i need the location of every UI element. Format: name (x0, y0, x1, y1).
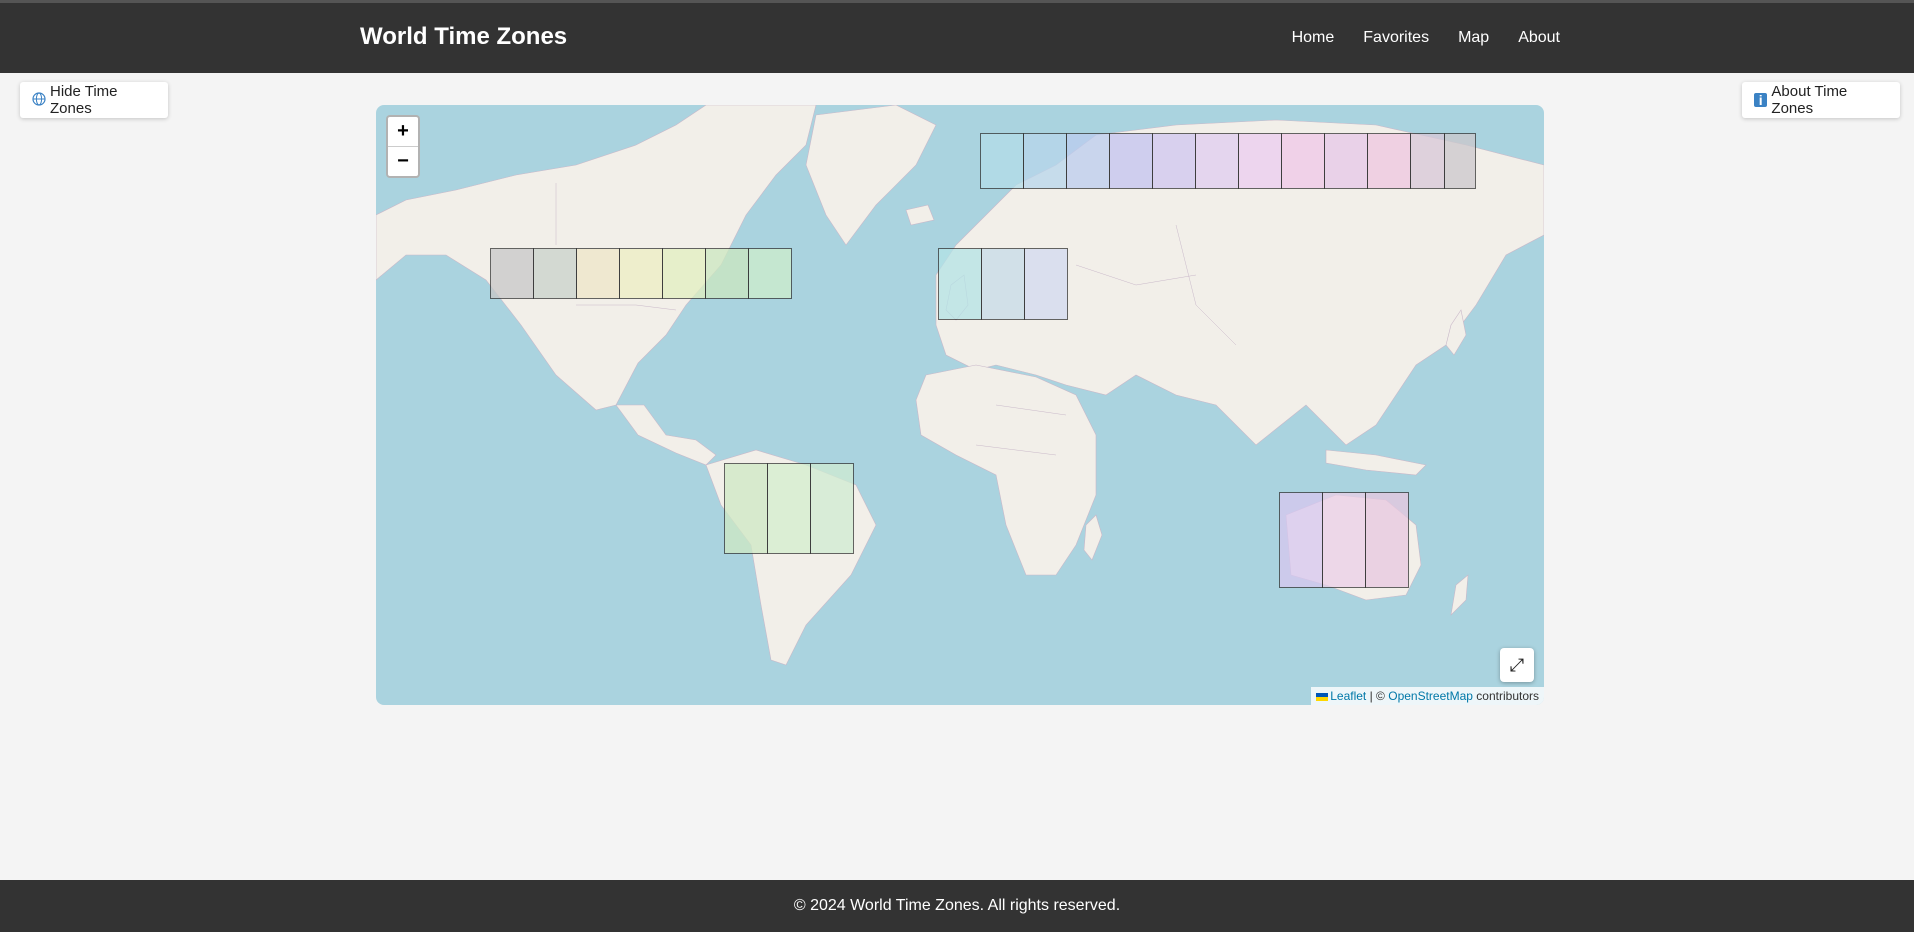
nav-home-link[interactable]: Home (1292, 29, 1335, 47)
time-zone-south-america[interactable] (810, 463, 854, 554)
time-zone-australia[interactable] (1279, 492, 1323, 588)
time-zone-north-america[interactable] (576, 248, 620, 299)
time-zone-asia[interactable] (1410, 133, 1445, 189)
attribution-suffix: contributors (1476, 689, 1539, 703)
fullscreen-button[interactable]: ⤢ (1500, 648, 1534, 682)
time-zone-asia[interactable] (1152, 133, 1196, 189)
nav-about-link[interactable]: About (1518, 29, 1560, 47)
nav-favorites-link[interactable]: Favorites (1363, 29, 1429, 47)
time-zone-asia[interactable] (1023, 133, 1067, 189)
time-zone-south-america[interactable] (724, 463, 768, 554)
time-zone-north-america[interactable] (490, 248, 534, 299)
globe-icon (32, 91, 46, 109)
footer-copyright: © 2024 World Time Zones. All rights rese… (793, 897, 1121, 914)
zoom-in-button[interactable]: + (388, 117, 418, 147)
zoom-control: + − (386, 115, 420, 178)
time-zone-europe[interactable] (1024, 248, 1068, 320)
time-zone-asia[interactable] (1324, 133, 1368, 189)
time-zone-asia[interactable] (1195, 133, 1239, 189)
leaflet-link[interactable]: Leaflet (1330, 689, 1366, 703)
ukraine-flag-icon (1316, 692, 1329, 701)
time-zone-asia[interactable] (1281, 133, 1325, 189)
time-zone-south-america[interactable] (767, 463, 811, 554)
expand-icon: ⤢ (1509, 655, 1525, 675)
site-title[interactable]: World Time Zones (360, 23, 567, 51)
time-zone-asia[interactable] (1367, 133, 1411, 189)
world-map[interactable]: + − ⤢ Leaflet | © OpenStreetMap contribu… (376, 105, 1544, 705)
site-footer: © 2024 World Time Zones. All rights rese… (0, 880, 1914, 932)
time-zone-europe[interactable] (981, 248, 1025, 320)
time-zone-australia[interactable] (1365, 492, 1409, 588)
map-tiles (376, 105, 1544, 666)
time-zone-north-america[interactable] (662, 248, 706, 299)
time-zone-asia[interactable] (1444, 133, 1476, 189)
time-zone-asia[interactable] (980, 133, 1024, 189)
hide-time-zones-label: Hide Time Zones (50, 83, 118, 117)
main-nav: Home Favorites Map About (1292, 29, 1560, 47)
time-zone-asia[interactable] (1109, 133, 1153, 189)
time-zone-asia[interactable] (1066, 133, 1110, 189)
hide-time-zones-button[interactable]: Hide Time Zones (20, 82, 168, 118)
zoom-out-button[interactable]: − (388, 147, 418, 176)
about-time-zones-button[interactable]: i About Time Zones (1742, 82, 1900, 118)
time-zone-north-america[interactable] (705, 248, 749, 299)
time-zone-europe[interactable] (938, 248, 982, 320)
info-icon: i (1754, 93, 1768, 107)
time-zone-australia[interactable] (1322, 492, 1366, 588)
time-zone-asia[interactable] (1238, 133, 1282, 189)
time-zone-north-america[interactable] (533, 248, 577, 299)
nav-map-link[interactable]: Map (1458, 29, 1489, 47)
openstreetmap-link[interactable]: OpenStreetMap (1388, 689, 1473, 703)
time-zone-north-america[interactable] (748, 248, 792, 299)
time-zone-north-america[interactable] (619, 248, 663, 299)
map-attribution: Leaflet | © OpenStreetMap contributors (1311, 687, 1544, 705)
about-time-zones-label: About Time Zones (1771, 83, 1848, 117)
attribution-separator: | © (1369, 689, 1385, 703)
site-header: World Time Zones Home Favorites Map Abou… (0, 3, 1914, 73)
